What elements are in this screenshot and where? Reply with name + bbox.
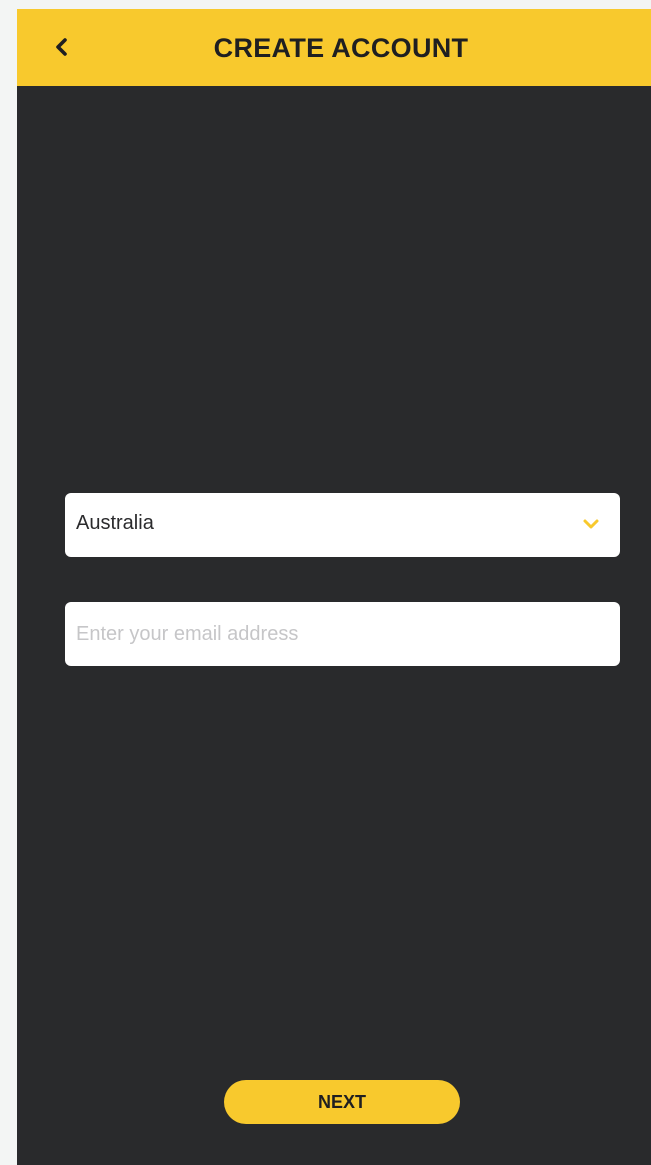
chevron-down-icon [583, 519, 599, 529]
country-select[interactable]: Australia [65, 493, 620, 557]
country-value: Australia [76, 512, 154, 534]
email-field[interactable] [65, 602, 620, 666]
create-account-screen: CREATE ACCOUNT Australia NEXT [17, 9, 651, 1165]
next-button[interactable]: NEXT [224, 1080, 460, 1124]
email-input[interactable] [65, 602, 620, 666]
top-app-bar: CREATE ACCOUNT [17, 9, 651, 86]
page-title: CREATE ACCOUNT [213, 33, 469, 63]
